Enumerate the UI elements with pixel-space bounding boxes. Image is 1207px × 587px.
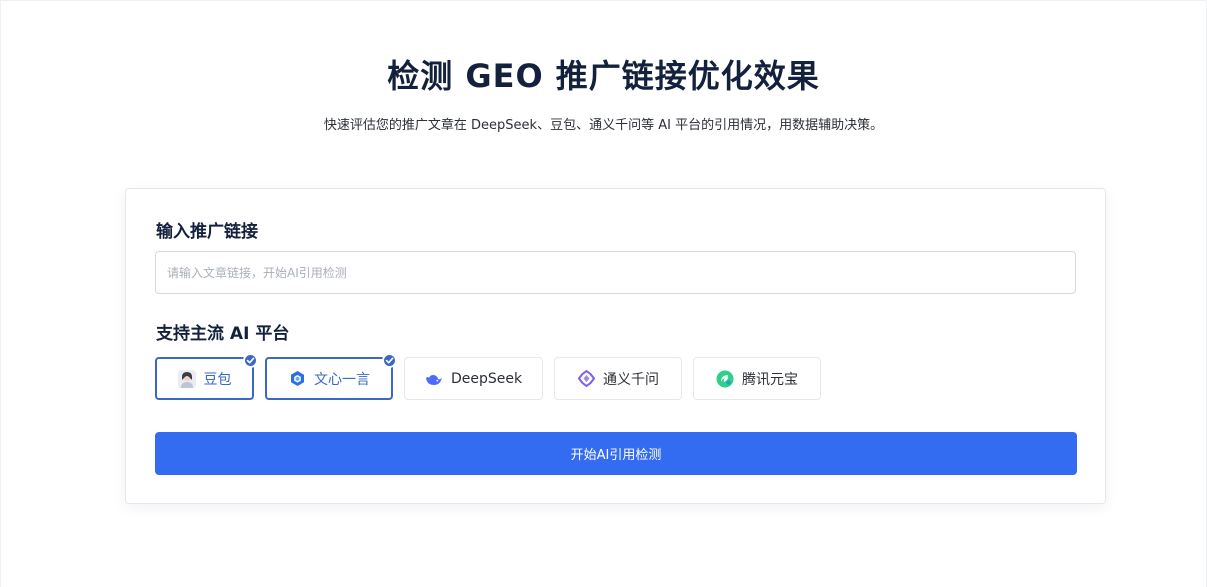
platforms-label: 支持主流 AI 平台 bbox=[156, 324, 290, 344]
platform-label-deepseek: DeepSeek bbox=[450, 370, 523, 387]
wenxin-cube-icon bbox=[288, 370, 306, 388]
platform-chip-deepseek[interactable]: DeepSeek bbox=[404, 357, 543, 400]
tongyi-star-icon bbox=[577, 370, 595, 388]
doubao-avatar-icon bbox=[177, 369, 196, 388]
platform-chip-yuanbao[interactable]: 腾讯元宝 bbox=[693, 357, 821, 400]
detection-card: 输入推广链接 支持主流 AI 平台 豆包 bbox=[125, 188, 1106, 504]
check-icon bbox=[243, 353, 258, 368]
check-icon bbox=[382, 353, 397, 368]
link-input[interactable] bbox=[155, 251, 1076, 294]
link-label: 输入推广链接 bbox=[156, 222, 258, 242]
page-subtitle: 快速评估您的推广文章在 DeepSeek、豆包、通义千问等 AI 平台的引用情况… bbox=[323, 118, 884, 133]
page: 检测 GEO 推广链接优化效果 快速评估您的推广文章在 DeepSeek、豆包、… bbox=[0, 0, 1207, 587]
platform-label-tongyi: 通义千问 bbox=[603, 371, 659, 388]
platform-label-wenxin: 文心一言 bbox=[314, 371, 370, 388]
platform-chip-doubao[interactable]: 豆包 bbox=[155, 353, 258, 400]
yuanbao-leaf-icon bbox=[716, 370, 734, 388]
platform-chip-wenxin[interactable]: 文心一言 bbox=[265, 353, 397, 400]
platform-chip-tongyi[interactable]: 通义千问 bbox=[554, 357, 682, 400]
platform-label-doubao: 豆包 bbox=[203, 371, 232, 388]
platform-label-yuanbao: 腾讯元宝 bbox=[742, 371, 798, 388]
start-detection-button[interactable]: 开始AI引用检测 bbox=[155, 432, 1077, 475]
deepseek-whale-icon bbox=[425, 370, 443, 388]
page-title: 检测 GEO 推广链接优化效果 bbox=[387, 57, 820, 95]
